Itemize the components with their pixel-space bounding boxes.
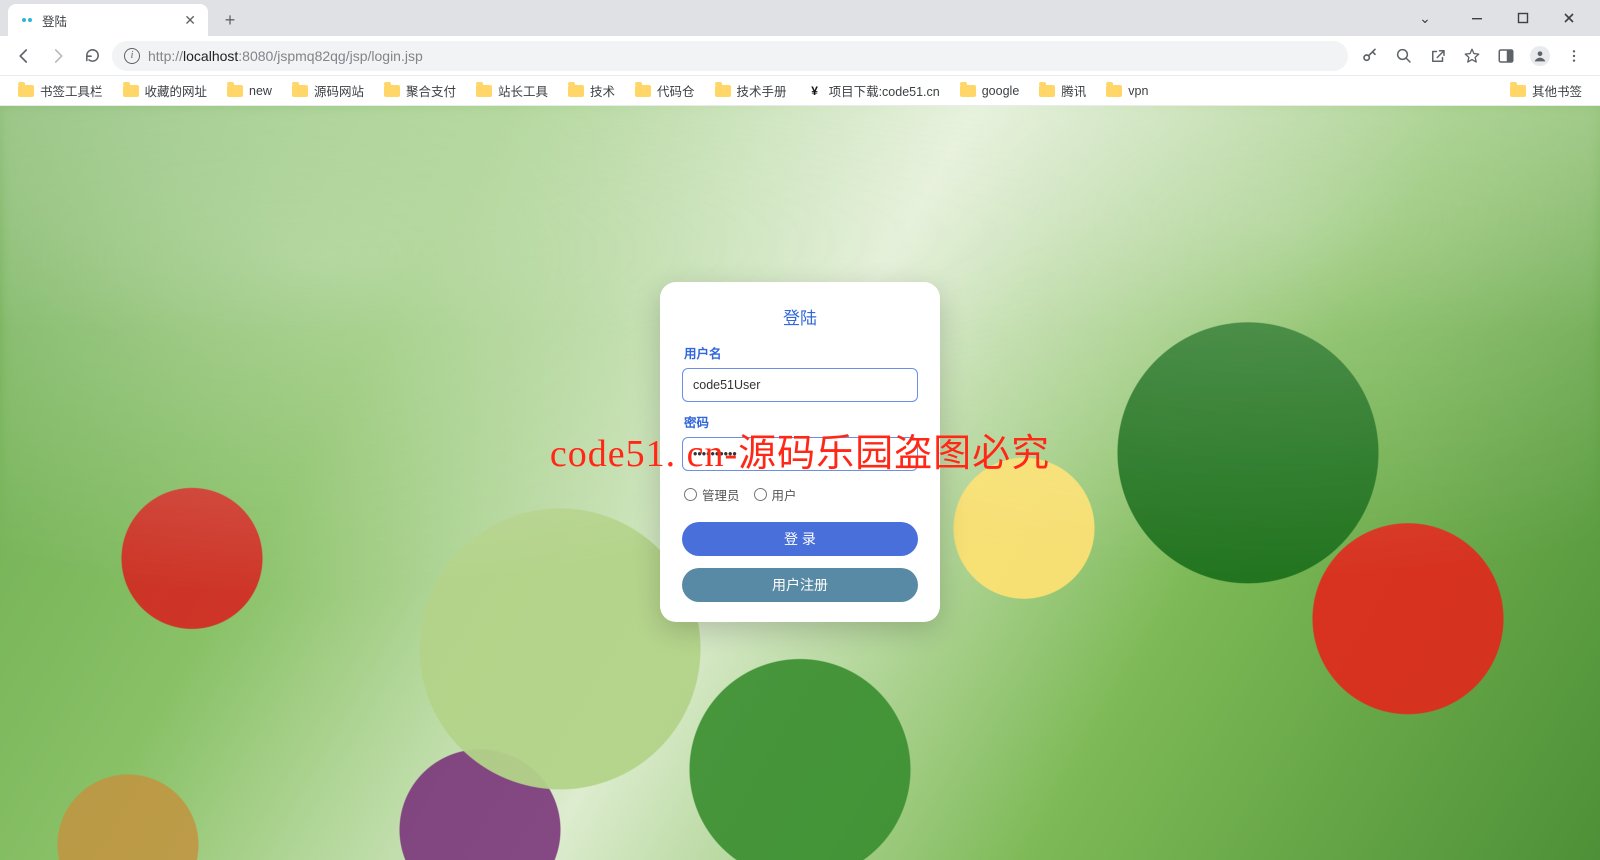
tab-title: 登陆	[42, 11, 176, 30]
bookmark-item[interactable]: 收藏的网址	[115, 78, 216, 103]
bookmark-label: 书签工具栏	[40, 81, 103, 100]
radio-user-label: 用户	[772, 485, 797, 504]
site-info-icon[interactable]: i	[124, 48, 140, 64]
bookmark-label: 技术	[590, 81, 615, 100]
share-icon[interactable]	[1428, 46, 1448, 66]
folder-icon	[292, 85, 308, 97]
radio-user[interactable]: 用户	[754, 485, 797, 504]
bookmark-item[interactable]: google	[952, 81, 1028, 101]
profile-avatar-icon[interactable]	[1530, 46, 1550, 66]
side-panel-icon[interactable]	[1496, 46, 1516, 66]
password-label: 密码	[684, 412, 916, 431]
bookmark-item[interactable]: new	[219, 81, 280, 101]
username-label: 用户名	[684, 343, 916, 362]
radio-user-input[interactable]	[754, 488, 767, 501]
folder-icon	[18, 85, 34, 97]
browser-chrome: 登陆 ✕ + ⌄ i ht	[0, 0, 1600, 106]
page-content: 登陆 用户名 密码 管理员 用户 登 录 用户注册 code51. cn-源码乐…	[0, 106, 1600, 860]
new-tab-button[interactable]: +	[216, 6, 244, 34]
folder-icon	[1510, 85, 1526, 97]
bookmark-item[interactable]: ¥ 项目下载:code51.cn	[799, 78, 948, 103]
bookmark-label: 源码网站	[314, 81, 364, 100]
site-icon: ¥	[807, 83, 823, 99]
bookmarks-bar: 书签工具栏 收藏的网址 new 源码网站 聚合支付 站长工具 技术 代码仓 技术…	[0, 76, 1600, 106]
bookmark-label: 腾讯	[1061, 81, 1086, 100]
bookmark-item[interactable]: vpn	[1098, 81, 1156, 101]
browser-tab[interactable]: 登陆 ✕	[8, 4, 208, 36]
radio-admin[interactable]: 管理员	[684, 485, 740, 504]
password-key-icon[interactable]	[1360, 46, 1380, 66]
browser-toolbar: i http://localhost:8080/jspmq82qg/jsp/lo…	[0, 36, 1600, 76]
bookmark-label: google	[982, 84, 1020, 98]
folder-icon	[635, 85, 651, 97]
bookmark-label: 其他书签	[1532, 81, 1582, 100]
bookmark-label: 聚合支付	[406, 81, 456, 100]
bookmark-item[interactable]: 站长工具	[468, 78, 556, 103]
role-radio-group: 管理员 用户	[684, 485, 916, 504]
nav-forward-button[interactable]	[44, 42, 72, 70]
nav-back-button[interactable]	[10, 42, 38, 70]
tab-close-icon[interactable]: ✕	[184, 12, 196, 29]
login-button[interactable]: 登 录	[682, 522, 918, 556]
folder-icon	[123, 85, 139, 97]
bookmark-item[interactable]: 书签工具栏	[10, 78, 111, 103]
radio-admin-label: 管理员	[702, 485, 740, 504]
tabs-dropdown-icon[interactable]: ⌄	[1402, 0, 1448, 36]
window-maximize-icon[interactable]	[1500, 0, 1546, 36]
tab-favicon	[20, 13, 34, 27]
folder-icon	[1039, 85, 1055, 97]
nav-reload-button[interactable]	[78, 42, 106, 70]
bookmark-label: new	[249, 84, 272, 98]
folder-icon	[476, 85, 492, 97]
username-input[interactable]	[682, 368, 918, 402]
bookmark-label: 项目下载:code51.cn	[829, 81, 940, 100]
bookmark-item[interactable]: 聚合支付	[376, 78, 464, 103]
folder-icon	[227, 85, 243, 97]
bookmark-item[interactable]: 代码仓	[627, 78, 703, 103]
bookmark-label: 收藏的网址	[145, 81, 208, 100]
radio-admin-input[interactable]	[684, 488, 697, 501]
chrome-menu-icon[interactable]	[1564, 46, 1584, 66]
folder-icon	[960, 85, 976, 97]
register-button[interactable]: 用户注册	[682, 568, 918, 602]
login-title: 登陆	[682, 304, 918, 329]
address-bar[interactable]: i http://localhost:8080/jspmq82qg/jsp/lo…	[112, 41, 1348, 71]
password-input[interactable]	[682, 437, 918, 471]
toolbar-right-icons	[1354, 46, 1590, 66]
bookmark-item[interactable]: 技术手册	[707, 78, 795, 103]
folder-icon	[1106, 85, 1122, 97]
bookmark-item[interactable]: 技术	[560, 78, 623, 103]
bookmark-overflow[interactable]: 其他书签	[1502, 78, 1590, 103]
tab-strip: 登陆 ✕ + ⌄	[0, 0, 1600, 36]
folder-icon	[568, 85, 584, 97]
window-controls: ⌄	[1402, 0, 1592, 36]
folder-icon	[715, 85, 731, 97]
zoom-icon[interactable]	[1394, 46, 1414, 66]
url-text: http://localhost:8080/jspmq82qg/jsp/logi…	[148, 48, 423, 64]
window-minimize-icon[interactable]	[1454, 0, 1500, 36]
login-card: 登陆 用户名 密码 管理员 用户 登 录 用户注册	[660, 282, 940, 622]
bookmark-label: 代码仓	[657, 81, 695, 100]
bookmark-label: 技术手册	[737, 81, 787, 100]
bookmark-item[interactable]: 腾讯	[1031, 78, 1094, 103]
bookmark-item[interactable]: 源码网站	[284, 78, 372, 103]
bookmark-label: 站长工具	[498, 81, 548, 100]
bookmark-label: vpn	[1128, 84, 1148, 98]
bookmark-star-icon[interactable]	[1462, 46, 1482, 66]
window-close-icon[interactable]	[1546, 0, 1592, 36]
folder-icon	[384, 85, 400, 97]
